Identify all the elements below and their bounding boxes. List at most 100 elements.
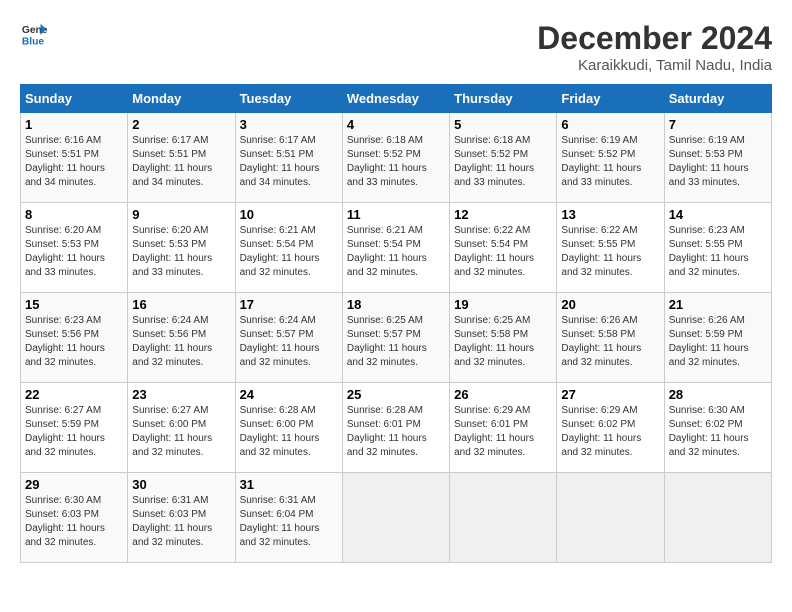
calendar-cell: 24 Sunrise: 6:28 AMSunset: 6:00 PMDayligh… bbox=[235, 383, 342, 473]
weekday-header-sunday: Sunday bbox=[21, 85, 128, 113]
weekday-header-thursday: Thursday bbox=[450, 85, 557, 113]
calendar-week-row: 1Sunrise: 6:16 AMSunset: 5:51 PMDaylight… bbox=[21, 113, 772, 203]
calendar-cell: 6 Sunrise: 6:19 AMSunset: 5:52 PMDaylight… bbox=[557, 113, 664, 203]
calendar-cell: 15 Sunrise: 6:23 AMSunset: 5:56 PMDayligh… bbox=[21, 293, 128, 383]
calendar-cell: 2 Sunrise: 6:17 AMSunset: 5:51 PMDaylight… bbox=[128, 113, 235, 203]
day-number: 9 bbox=[132, 207, 230, 222]
calendar-cell: 30Sunrise: 6:31 AMSunset: 6:03 PMDayligh… bbox=[128, 473, 235, 563]
calendar-cell: 17 Sunrise: 6:24 AMSunset: 5:57 PMDayligh… bbox=[235, 293, 342, 383]
day-number: 3 bbox=[240, 117, 338, 132]
calendar-cell: 11 Sunrise: 6:21 AMSunset: 5:54 PMDayligh… bbox=[342, 203, 449, 293]
day-number: 22 bbox=[25, 387, 123, 402]
day-info: Sunrise: 6:22 AMSunset: 5:54 PMDaylight:… bbox=[454, 224, 552, 280]
calendar-cell: 10 Sunrise: 6:21 AMSunset: 5:54 PMDayligh… bbox=[235, 203, 342, 293]
day-number: 24 bbox=[240, 387, 338, 402]
day-number: 20 bbox=[561, 297, 659, 312]
day-number: 7 bbox=[669, 117, 767, 132]
day-info: Sunrise: 6:27 AMSunset: 6:00 PMDaylight:… bbox=[132, 404, 230, 460]
day-info: Sunrise: 6:23 AMSunset: 5:55 PMDaylight:… bbox=[669, 224, 767, 280]
day-number: 10 bbox=[240, 207, 338, 222]
day-info: Sunrise: 6:22 AMSunset: 5:55 PMDaylight:… bbox=[561, 224, 659, 280]
day-number: 23 bbox=[132, 387, 230, 402]
day-number: 2 bbox=[132, 117, 230, 132]
day-info: Sunrise: 6:17 AMSunset: 5:51 PMDaylight:… bbox=[132, 134, 230, 190]
day-info: Sunrise: 6:31 AMSunset: 6:03 PMDaylight:… bbox=[132, 494, 230, 550]
weekday-header-saturday: Saturday bbox=[664, 85, 771, 113]
logo-icon: General Blue bbox=[20, 20, 48, 48]
day-info: Sunrise: 6:30 AMSunset: 6:03 PMDaylight:… bbox=[25, 494, 123, 550]
day-number: 28 bbox=[669, 387, 767, 402]
calendar-cell: 23 Sunrise: 6:27 AMSunset: 6:00 PMDayligh… bbox=[128, 383, 235, 473]
svg-text:Blue: Blue bbox=[22, 36, 45, 47]
day-info: Sunrise: 6:24 AMSunset: 5:57 PMDaylight:… bbox=[240, 314, 338, 370]
day-info: Sunrise: 6:23 AMSunset: 5:56 PMDaylight:… bbox=[25, 314, 123, 370]
weekday-header-monday: Monday bbox=[128, 85, 235, 113]
calendar-cell: 25 Sunrise: 6:28 AMSunset: 6:01 PMDayligh… bbox=[342, 383, 449, 473]
month-title: December 2024 bbox=[537, 20, 772, 57]
calendar-cell: 31 Sunrise: 6:31 AMSunset: 6:04 PMDayligh… bbox=[235, 473, 342, 563]
day-info: Sunrise: 6:31 AMSunset: 6:04 PMDaylight:… bbox=[240, 494, 338, 550]
day-number: 29 bbox=[25, 477, 123, 492]
day-number: 17 bbox=[240, 297, 338, 312]
day-info: Sunrise: 6:19 AMSunset: 5:53 PMDaylight:… bbox=[669, 134, 767, 190]
calendar-cell: 12 Sunrise: 6:22 AMSunset: 5:54 PMDayligh… bbox=[450, 203, 557, 293]
day-number: 6 bbox=[561, 117, 659, 132]
calendar-cell: 7 Sunrise: 6:19 AMSunset: 5:53 PMDaylight… bbox=[664, 113, 771, 203]
calendar-week-row: 8 Sunrise: 6:20 AMSunset: 5:53 PMDaylight… bbox=[21, 203, 772, 293]
calendar-week-row: 15 Sunrise: 6:23 AMSunset: 5:56 PMDayligh… bbox=[21, 293, 772, 383]
page-header: General Blue December 2024 Karaikkudi, T… bbox=[20, 20, 772, 74]
day-number: 19 bbox=[454, 297, 552, 312]
day-number: 21 bbox=[669, 297, 767, 312]
day-info: Sunrise: 6:18 AMSunset: 5:52 PMDaylight:… bbox=[347, 134, 445, 190]
day-info: Sunrise: 6:21 AMSunset: 5:54 PMDaylight:… bbox=[240, 224, 338, 280]
day-number: 16 bbox=[132, 297, 230, 312]
day-info: Sunrise: 6:25 AMSunset: 5:58 PMDaylight:… bbox=[454, 314, 552, 370]
day-number: 5 bbox=[454, 117, 552, 132]
weekday-header-row: SundayMondayTuesdayWednesdayThursdayFrid… bbox=[21, 85, 772, 113]
calendar-cell: 18 Sunrise: 6:25 AMSunset: 5:57 PMDayligh… bbox=[342, 293, 449, 383]
day-number: 14 bbox=[669, 207, 767, 222]
day-info: Sunrise: 6:18 AMSunset: 5:52 PMDaylight:… bbox=[454, 134, 552, 190]
calendar-cell bbox=[450, 473, 557, 563]
day-number: 25 bbox=[347, 387, 445, 402]
day-info: Sunrise: 6:26 AMSunset: 5:58 PMDaylight:… bbox=[561, 314, 659, 370]
logo: General Blue bbox=[20, 20, 48, 48]
calendar-cell: 5 Sunrise: 6:18 AMSunset: 5:52 PMDaylight… bbox=[450, 113, 557, 203]
day-info: Sunrise: 6:28 AMSunset: 6:00 PMDaylight:… bbox=[240, 404, 338, 460]
calendar-cell: 20 Sunrise: 6:26 AMSunset: 5:58 PMDayligh… bbox=[557, 293, 664, 383]
day-info: Sunrise: 6:26 AMSunset: 5:59 PMDaylight:… bbox=[669, 314, 767, 370]
calendar-cell bbox=[342, 473, 449, 563]
day-info: Sunrise: 6:16 AMSunset: 5:51 PMDaylight:… bbox=[25, 134, 123, 190]
day-number: 11 bbox=[347, 207, 445, 222]
day-number: 18 bbox=[347, 297, 445, 312]
title-area: December 2024 Karaikkudi, Tamil Nadu, In… bbox=[537, 20, 772, 74]
calendar-week-row: 22 Sunrise: 6:27 AMSunset: 5:59 PMDayligh… bbox=[21, 383, 772, 473]
day-number: 26 bbox=[454, 387, 552, 402]
day-number: 4 bbox=[347, 117, 445, 132]
day-number: 8 bbox=[25, 207, 123, 222]
day-info: Sunrise: 6:30 AMSunset: 6:02 PMDaylight:… bbox=[669, 404, 767, 460]
calendar-cell: 3Sunrise: 6:17 AMSunset: 5:51 PMDaylight… bbox=[235, 113, 342, 203]
day-info: Sunrise: 6:27 AMSunset: 5:59 PMDaylight:… bbox=[25, 404, 123, 460]
day-info: Sunrise: 6:20 AMSunset: 5:53 PMDaylight:… bbox=[132, 224, 230, 280]
calendar-cell: 1Sunrise: 6:16 AMSunset: 5:51 PMDaylight… bbox=[21, 113, 128, 203]
calendar-cell: 4 Sunrise: 6:18 AMSunset: 5:52 PMDaylight… bbox=[342, 113, 449, 203]
weekday-header-friday: Friday bbox=[557, 85, 664, 113]
calendar-cell: 8 Sunrise: 6:20 AMSunset: 5:53 PMDaylight… bbox=[21, 203, 128, 293]
calendar-cell: 29 Sunrise: 6:30 AMSunset: 6:03 PMDayligh… bbox=[21, 473, 128, 563]
day-info: Sunrise: 6:25 AMSunset: 5:57 PMDaylight:… bbox=[347, 314, 445, 370]
day-number: 12 bbox=[454, 207, 552, 222]
weekday-header-wednesday: Wednesday bbox=[342, 85, 449, 113]
day-info: Sunrise: 6:29 AMSunset: 6:02 PMDaylight:… bbox=[561, 404, 659, 460]
day-info: Sunrise: 6:19 AMSunset: 5:52 PMDaylight:… bbox=[561, 134, 659, 190]
day-info: Sunrise: 6:24 AMSunset: 5:56 PMDaylight:… bbox=[132, 314, 230, 370]
day-info: Sunrise: 6:28 AMSunset: 6:01 PMDaylight:… bbox=[347, 404, 445, 460]
day-info: Sunrise: 6:20 AMSunset: 5:53 PMDaylight:… bbox=[25, 224, 123, 280]
calendar-cell: 14 Sunrise: 6:23 AMSunset: 5:55 PMDayligh… bbox=[664, 203, 771, 293]
day-number: 15 bbox=[25, 297, 123, 312]
day-info: Sunrise: 6:21 AMSunset: 5:54 PMDaylight:… bbox=[347, 224, 445, 280]
calendar-cell: 9 Sunrise: 6:20 AMSunset: 5:53 PMDaylight… bbox=[128, 203, 235, 293]
day-number: 31 bbox=[240, 477, 338, 492]
calendar-cell: 26Sunrise: 6:29 AMSunset: 6:01 PMDayligh… bbox=[450, 383, 557, 473]
calendar-cell: 19 Sunrise: 6:25 AMSunset: 5:58 PMDayligh… bbox=[450, 293, 557, 383]
